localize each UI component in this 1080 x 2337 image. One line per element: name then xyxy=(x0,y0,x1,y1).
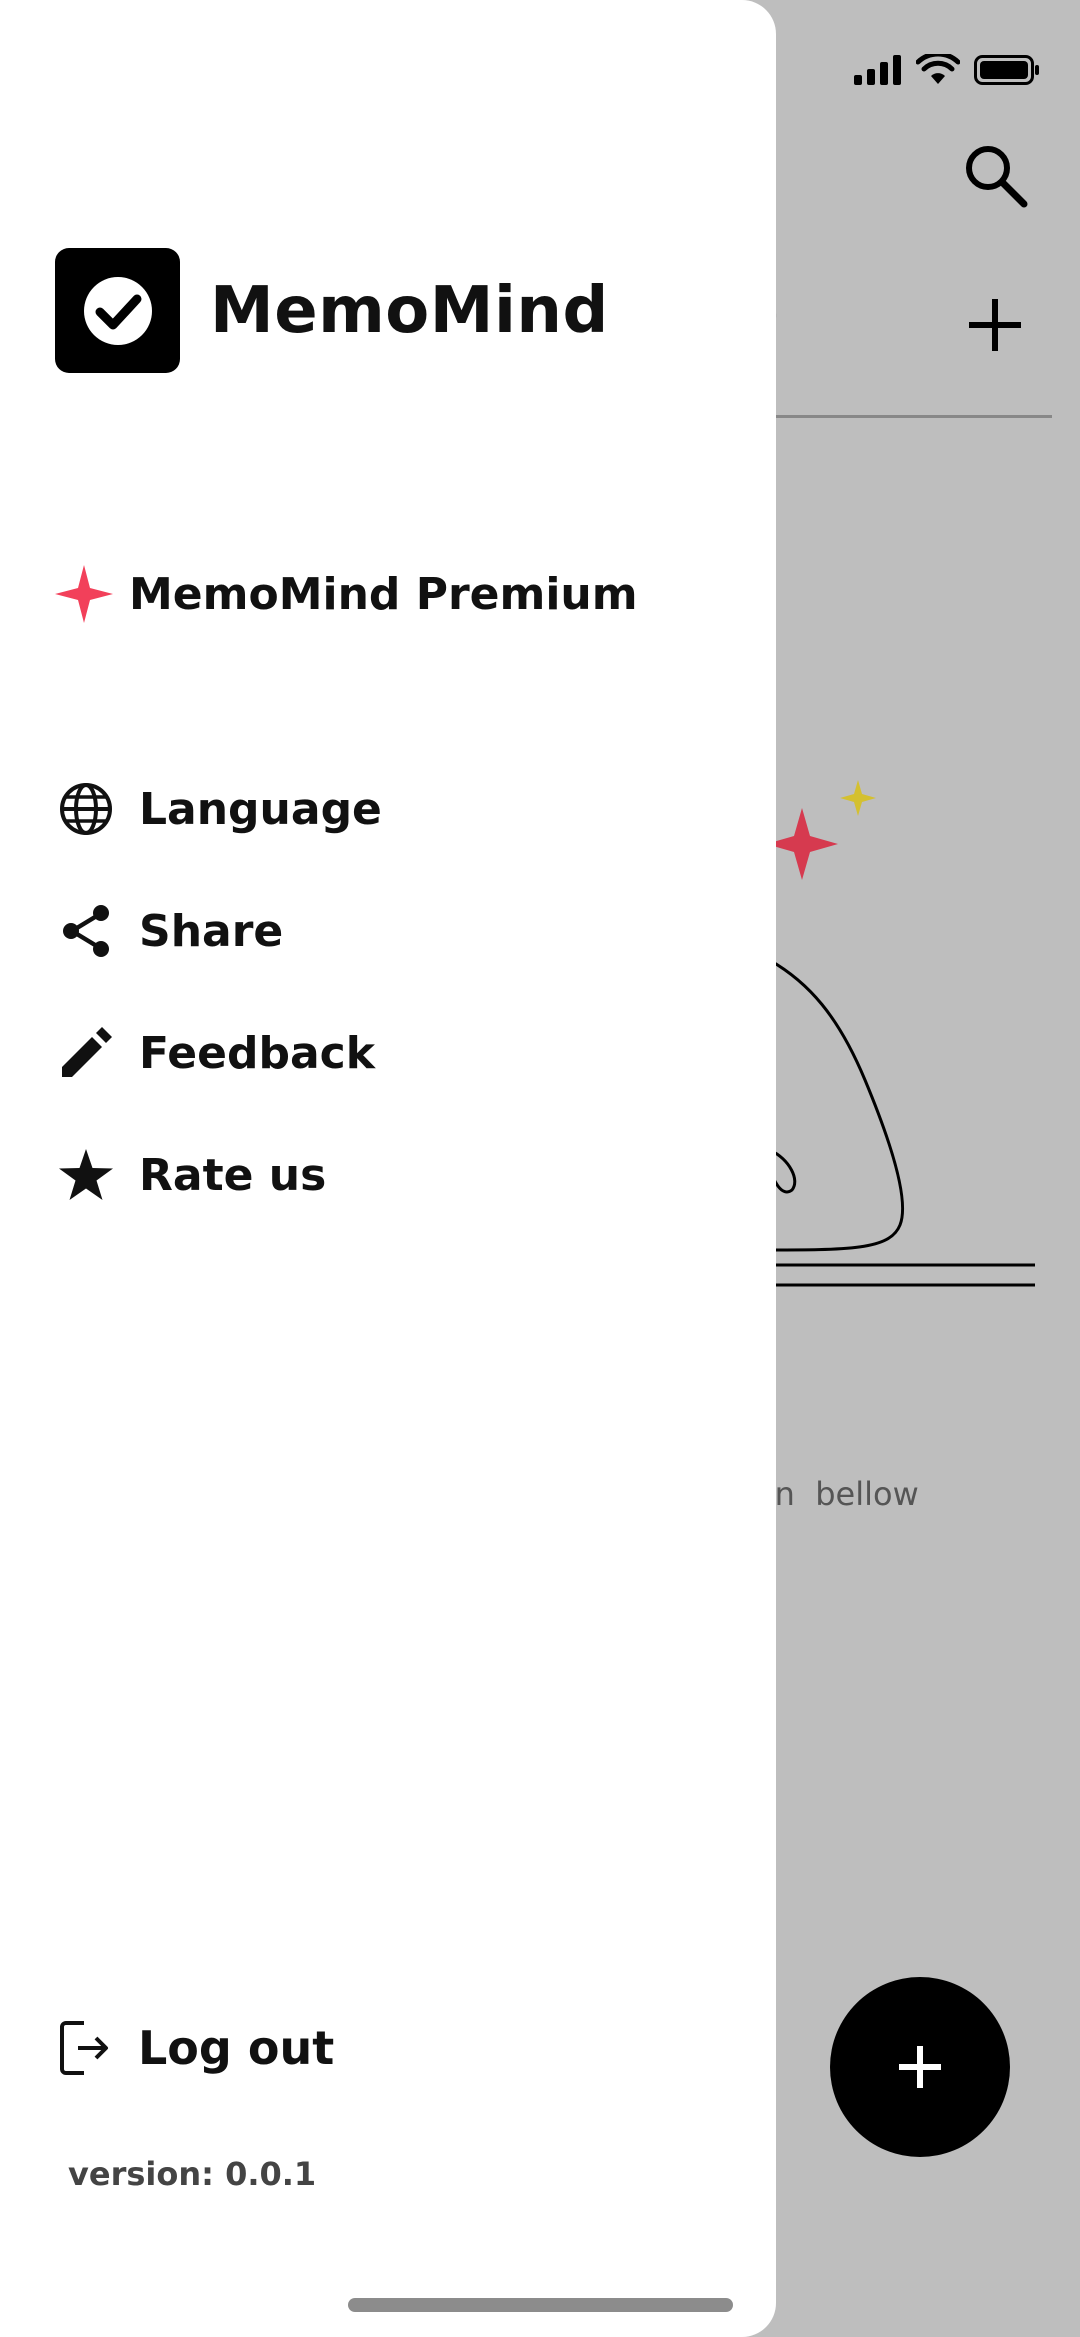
menu-item-rate-us[interactable]: Rate us xyxy=(55,1114,382,1236)
logout-button[interactable]: Log out xyxy=(60,2020,334,2076)
drawer-menu: Language Share Feedback Rate us xyxy=(55,748,382,1236)
signal-icon xyxy=(854,55,901,85)
check-circle-icon xyxy=(83,276,152,345)
navigation-drawer: MemoMind MemoMind Premium Language Share… xyxy=(0,0,776,2337)
menu-label-share: Share xyxy=(139,905,284,957)
globe-icon xyxy=(55,778,117,840)
empty-state-hint-fragment: on bellow xyxy=(755,1475,919,1513)
battery-icon xyxy=(974,55,1039,85)
wifi-icon xyxy=(916,54,960,84)
star-icon xyxy=(55,1144,117,1206)
premium-label: MemoMind Premium xyxy=(129,568,638,620)
empty-state-illustration xyxy=(770,780,1035,1287)
version-text: version: 0.0.1 xyxy=(68,2155,317,2193)
menu-item-share[interactable]: Share xyxy=(55,870,382,992)
app-logo xyxy=(55,248,180,373)
share-icon xyxy=(55,900,117,962)
premium-menu-item[interactable]: MemoMind Premium xyxy=(55,565,638,623)
app-name: MemoMind xyxy=(210,273,609,348)
search-button[interactable] xyxy=(960,140,1030,210)
plus-icon xyxy=(969,299,1021,351)
sparkle-icon xyxy=(55,565,113,623)
menu-label-rate-us: Rate us xyxy=(139,1149,327,1201)
search-icon xyxy=(966,146,1028,208)
menu-label-language: Language xyxy=(139,783,382,835)
red-sparkle-icon xyxy=(770,808,838,880)
logout-icon xyxy=(60,2021,108,2075)
add-note-fab[interactable] xyxy=(830,1977,1010,2157)
home-indicator[interactable] xyxy=(348,2298,733,2312)
add-tab-button[interactable] xyxy=(965,295,1025,355)
tab-divider xyxy=(760,415,1052,418)
plus-icon xyxy=(899,2046,941,2088)
status-bar xyxy=(854,50,1040,90)
menu-label-feedback: Feedback xyxy=(139,1027,375,1079)
menu-item-feedback[interactable]: Feedback xyxy=(55,992,382,1114)
logout-label: Log out xyxy=(138,2021,335,2075)
brand-header: MemoMind xyxy=(55,248,609,373)
yellow-sparkle-icon xyxy=(840,780,876,816)
pencil-icon xyxy=(55,1022,117,1084)
menu-item-language[interactable]: Language xyxy=(55,748,382,870)
